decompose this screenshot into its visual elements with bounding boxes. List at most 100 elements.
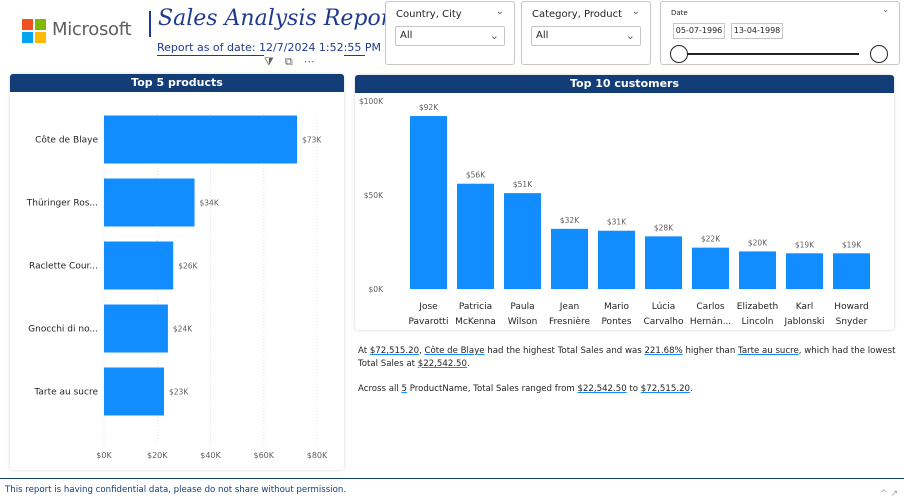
x-tick-label: $60K: [253, 451, 274, 460]
country-dropdown-value: All: [400, 30, 413, 41]
customer-category-label: Lincoln: [742, 317, 774, 327]
customer-data-label: $56K: [466, 171, 486, 180]
product-data-label: $23K: [169, 388, 189, 397]
customer-data-label: $92K: [419, 103, 439, 112]
date-slicer: Date ⌄ 05-07-1996 13-04-1998: [660, 1, 900, 65]
country-dropdown[interactable]: All ⌄: [395, 26, 505, 46]
customer-bar[interactable]: [598, 230, 635, 289]
customer-data-label: $20K: [748, 238, 768, 247]
date-slider-start-handle[interactable]: [670, 45, 688, 63]
customer-category-label: Jablonski: [784, 317, 825, 327]
customer-category-label: Snyder: [836, 317, 868, 327]
product-category-label: Raclette Cour...: [29, 262, 98, 272]
country-slicer-label: Country, City: [396, 9, 462, 20]
customer-data-label: $31K: [607, 218, 627, 227]
customer-category-label: Elizabeth: [737, 302, 778, 312]
product-data-label: $73K: [302, 136, 322, 145]
category-slicer-label: Category, Product: [532, 9, 623, 20]
title-divider: [149, 11, 151, 37]
narrative-text: had the highest Total Sales and was: [484, 346, 645, 356]
microsoft-logo: [22, 19, 46, 43]
customer-category-label: Wilson: [508, 317, 538, 327]
chevron-up-icon[interactable]: ⌄: [632, 6, 640, 17]
customer-bar[interactable]: [457, 183, 494, 289]
customer-data-label: $22K: [701, 235, 721, 244]
more-options-icon[interactable]: ⋯: [304, 56, 315, 67]
y-tick-label: $50K: [364, 191, 384, 200]
top-products-card: Top 5 products $0K $20K $40K $60K $80K Côte d…: [10, 74, 344, 470]
customer-bar[interactable]: [551, 228, 588, 289]
top-customers-card: Top 10 customers $0K $50K $100K $92K Jose Pav…: [355, 75, 894, 330]
category-dropdown[interactable]: All ⌄: [531, 26, 641, 46]
customer-category-label: Jean: [559, 302, 579, 312]
narrative-text: to: [626, 384, 641, 394]
customer-bar[interactable]: [645, 236, 682, 289]
x-tick-label: $0K: [96, 451, 112, 460]
corner-icons: ^ ↗: [880, 489, 898, 499]
customer-bar[interactable]: [692, 247, 729, 289]
x-tick-label: $80K: [307, 451, 328, 460]
customer-category-label: Mario: [604, 302, 629, 312]
customer-bar[interactable]: [504, 193, 541, 289]
product-category-label: Tarte au sucre: [33, 388, 98, 398]
customer-data-label: $32K: [560, 216, 580, 225]
product-data-label: $24K: [173, 325, 193, 334]
customer-category-label: Pontes: [601, 317, 631, 327]
customer-category-label: Patricia: [459, 302, 492, 312]
date-start-input[interactable]: 05-07-1996: [673, 23, 725, 39]
date-end-input[interactable]: 13-04-1998: [731, 23, 783, 39]
narrative-paragraph-1: At $72,515.20, Côte de Blaye had the hig…: [358, 345, 898, 370]
date-slider-end-handle[interactable]: [870, 45, 888, 63]
chevron-up-icon[interactable]: ⌄: [496, 6, 504, 17]
x-tick-label: $40K: [200, 451, 221, 460]
narrative-text: ProductName, Total Sales ranged from: [406, 384, 578, 394]
narrative-value: 221.68%: [644, 346, 683, 356]
date-slicer-label: Date: [671, 9, 688, 17]
smart-narrative: At $72,515.20, Côte de Blaye had the hig…: [358, 345, 898, 409]
product-category-label: Gnocchi di no...: [28, 325, 98, 335]
customer-bar[interactable]: [739, 251, 776, 289]
report-date: Report as of date: 12/7/2024 1:52:55 PM: [157, 41, 381, 54]
product-bar[interactable]: [104, 367, 165, 416]
customer-category-label: Pavarotti: [409, 317, 449, 327]
product-bar[interactable]: [104, 241, 174, 290]
product-category-label: Côte de Blaye: [35, 135, 98, 146]
visual-header-toolbar: ⧩ ⧉ ⋯: [264, 54, 344, 68]
customer-category-label: McKenna: [455, 317, 496, 327]
narrative-text: .: [690, 384, 693, 394]
date-slider-track[interactable]: [679, 53, 859, 55]
customer-data-label: $19K: [795, 240, 815, 249]
narrative-value: $22,542.50: [577, 384, 627, 394]
customer-bar[interactable]: [410, 116, 447, 289]
narrative-value: Tarte au sucre: [738, 346, 799, 356]
focus-mode-icon[interactable]: ⧉: [285, 56, 293, 67]
narrative-paragraph-2: Across all 5 ProductName, Total Sales ra…: [358, 383, 898, 396]
narrative-value: $72,515.20: [369, 346, 420, 356]
footer-disclaimer: This report is having confidential data,…: [5, 485, 347, 495]
chevron-down-icon: ⌄: [489, 29, 499, 42]
product-bar[interactable]: [104, 115, 298, 164]
customer-category-label: Howard: [834, 302, 868, 312]
logo-text: Microsoft: [52, 19, 132, 40]
product-data-label: $34K: [200, 199, 220, 208]
product-data-label: $26K: [178, 262, 198, 271]
page-title: Sales Analysis Report: [158, 6, 401, 31]
narrative-value: $72,515.20: [640, 384, 691, 394]
customer-category-label: Paula: [510, 302, 534, 312]
customer-category-label: Carlos: [696, 302, 725, 312]
y-tick-label: $0K: [369, 285, 385, 294]
product-bar[interactable]: [104, 178, 195, 227]
customer-category-label: Lúcia: [652, 302, 676, 312]
customer-category-label: Hernán...: [690, 317, 731, 327]
y-tick-label: $100K: [359, 97, 384, 106]
x-tick-label: $20K: [147, 451, 168, 460]
customer-category-label: Karl: [796, 302, 813, 312]
customer-bar[interactable]: [786, 253, 823, 289]
category-dropdown-value: All: [536, 30, 549, 41]
chevron-down-icon[interactable]: ⌄: [882, 5, 889, 14]
top-customers-chart: $0K $50K $100K $92K Jose Pavarotti $56K Patrici…: [359, 97, 870, 327]
customer-bar[interactable]: [833, 253, 870, 289]
narrative-text: At: [358, 346, 370, 356]
filter-icon[interactable]: ⧩: [264, 56, 274, 67]
product-bar[interactable]: [104, 304, 168, 353]
